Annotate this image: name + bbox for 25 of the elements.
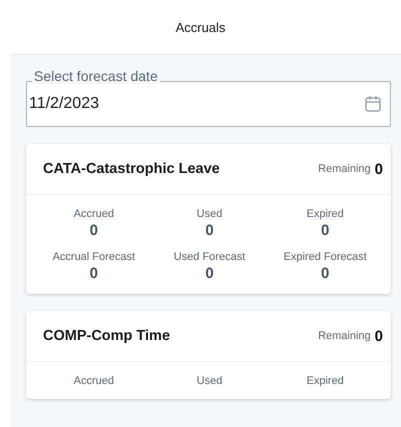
remaining-label: Remaining bbox=[318, 163, 371, 175]
stat-value: 0 bbox=[90, 265, 98, 282]
leave-type-title: CATA-Catastrophic Leave bbox=[43, 161, 220, 177]
stat-value: 0 bbox=[205, 222, 214, 239]
stat-label: Accrual Forecast bbox=[52, 251, 136, 263]
stat-label: Used bbox=[196, 208, 222, 220]
stat-label: Expired bbox=[306, 208, 344, 220]
remaining-value: 0 bbox=[374, 328, 383, 344]
stat-value: 0 bbox=[320, 222, 330, 239]
stat-value: 0 bbox=[320, 265, 330, 282]
stat-label: Expired Forecast bbox=[284, 251, 367, 263]
stat-value: 0 bbox=[205, 265, 214, 282]
stat-label: Accrued bbox=[74, 208, 114, 220]
page-title: Accruals bbox=[176, 20, 226, 34]
stat-label: Accrued bbox=[74, 375, 114, 387]
stat-label: Used bbox=[196, 375, 222, 387]
leave-type-title: COMP-Comp Time bbox=[43, 328, 170, 344]
remaining-label: Remaining bbox=[318, 330, 371, 342]
date-field[interactable]: 11/2/2023 bbox=[26, 81, 391, 127]
calendar-icon[interactable] bbox=[364, 95, 382, 113]
stat-value: 0 bbox=[90, 222, 98, 239]
remaining-value: 0 bbox=[374, 160, 383, 178]
field-label: Select forecast date bbox=[32, 68, 160, 84]
stat-label: Expired bbox=[306, 375, 344, 387]
stat-label: Used Forecast bbox=[174, 251, 246, 263]
